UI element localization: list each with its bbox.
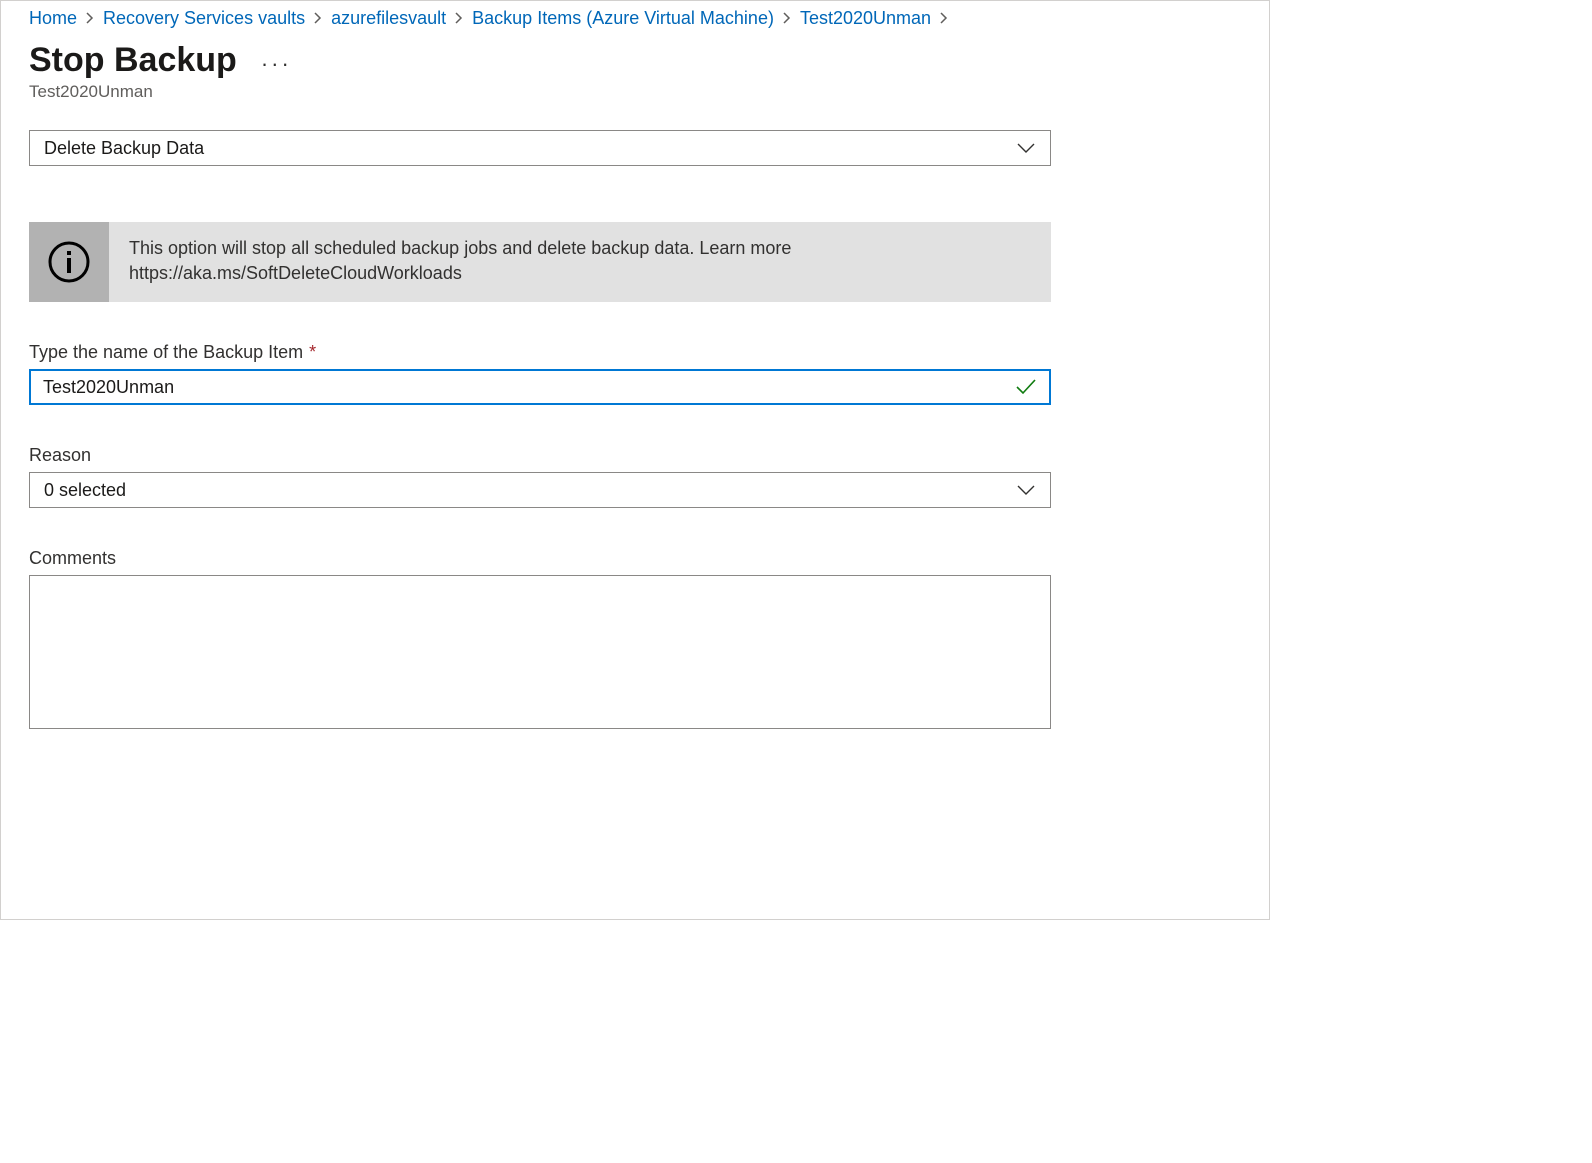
breadcrumb-recovery-services-vaults[interactable]: Recovery Services vaults	[103, 5, 305, 31]
breadcrumb-backup-items[interactable]: Backup Items (Azure Virtual Machine)	[472, 5, 774, 31]
chevron-right-icon	[452, 12, 466, 24]
info-icon	[29, 222, 109, 302]
chevron-right-icon	[311, 12, 325, 24]
info-banner-text-line2: https://aka.ms/SoftDeleteCloudWorkloads	[129, 261, 791, 286]
page-subtitle: Test2020Unman	[1, 82, 1269, 102]
more-actions-button[interactable]: ···	[261, 45, 292, 77]
comments-textarea[interactable]	[29, 575, 1051, 729]
info-banner-text-line1: This option will stop all scheduled back…	[129, 236, 791, 261]
chevron-down-icon	[1016, 484, 1036, 496]
required-indicator: *	[309, 342, 316, 362]
checkmark-icon	[1015, 378, 1037, 396]
backup-action-dropdown[interactable]: Delete Backup Data	[29, 130, 1051, 166]
backup-item-name-input-wrap	[29, 369, 1051, 405]
breadcrumb-vault-name[interactable]: azurefilesvault	[331, 5, 446, 31]
breadcrumb-item-name[interactable]: Test2020Unman	[800, 5, 931, 31]
chevron-right-icon	[937, 12, 951, 24]
page-title: Stop Backup	[29, 41, 237, 80]
breadcrumb: Home Recovery Services vaults azurefiles…	[1, 1, 1269, 31]
comments-label: Comments	[29, 548, 1051, 569]
reason-label: Reason	[29, 445, 1051, 466]
chevron-right-icon	[83, 12, 97, 24]
reason-dropdown[interactable]: 0 selected	[29, 472, 1051, 508]
breadcrumb-home[interactable]: Home	[29, 5, 77, 31]
chevron-right-icon	[780, 12, 794, 24]
info-banner: This option will stop all scheduled back…	[29, 222, 1051, 302]
chevron-down-icon	[1016, 142, 1036, 154]
reason-selected: 0 selected	[44, 480, 126, 501]
backup-action-selected: Delete Backup Data	[44, 138, 204, 159]
backup-item-name-label: Type the name of the Backup Item*	[29, 342, 1051, 363]
backup-item-name-input[interactable]	[41, 376, 1005, 399]
